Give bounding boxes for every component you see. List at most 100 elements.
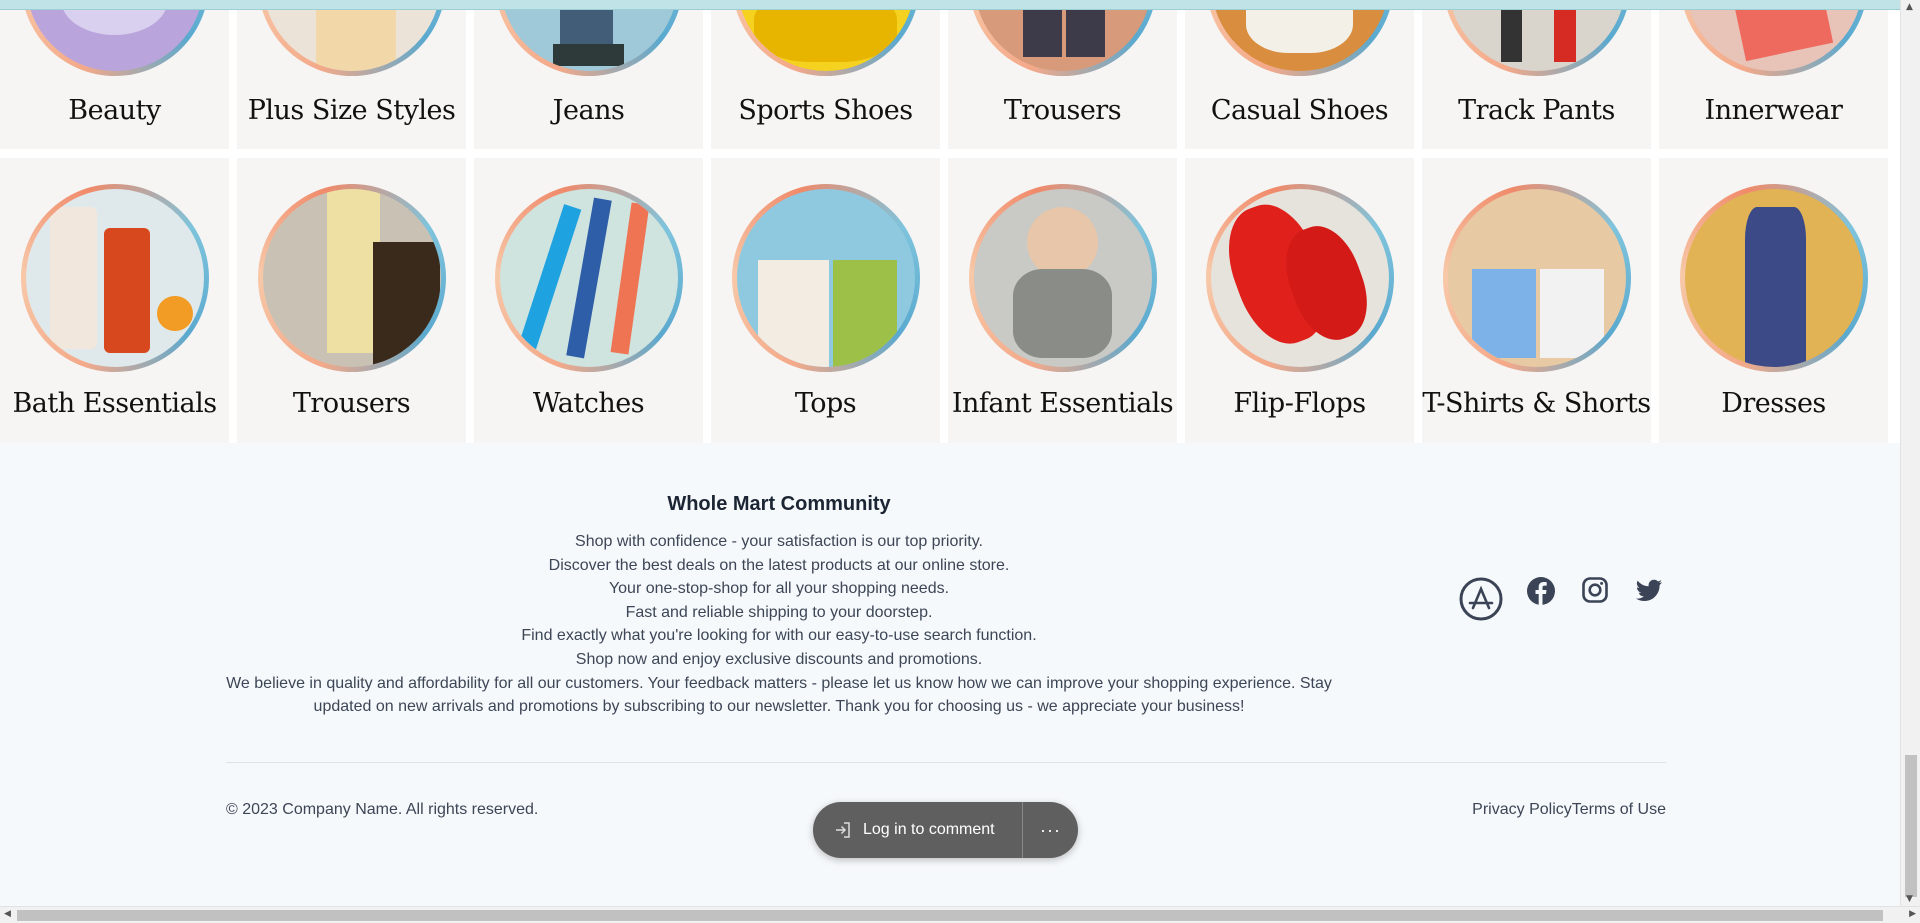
category-photo	[736, 0, 915, 71]
category-label: Beauty	[68, 95, 161, 126]
category-label: Trousers	[292, 388, 411, 419]
footer-links: Privacy Policy Terms of Use	[1472, 801, 1666, 819]
category-tile[interactable]: Flip-Flops	[1185, 158, 1414, 443]
category-tile[interactable]: Casual Shoes	[1185, 0, 1414, 149]
innerwear-image	[1679, 0, 1868, 76]
facebook-icon[interactable]	[1518, 576, 1564, 622]
vertical-scrollbar[interactable]: ▲ ▼	[1900, 0, 1920, 906]
category-tile[interactable]: T-Shirts & Shorts	[1422, 158, 1651, 443]
tops-image	[731, 184, 920, 372]
community-line: Shop now and enjoy exclusive discounts a…	[575, 650, 983, 668]
category-label: Dresses	[1721, 388, 1826, 419]
category-photo	[1684, 189, 1863, 367]
beauty-image	[20, 0, 209, 76]
category-label: Innerwear	[1704, 95, 1843, 126]
category-tile[interactable]: Dresses	[1659, 158, 1888, 443]
category-photo	[1210, 0, 1389, 71]
flip-flops-image	[1205, 184, 1394, 372]
category-tile[interactable]: Watches	[474, 158, 703, 443]
category-tile[interactable]: Innerwear	[1659, 0, 1888, 149]
category-photo	[25, 189, 204, 367]
category-tile[interactable]: Jeans	[474, 0, 703, 149]
scroll-down-arrow-icon[interactable]: ▼	[1906, 894, 1913, 904]
category-tile[interactable]: Trousers	[948, 0, 1177, 149]
watches-image	[494, 184, 683, 372]
login-to-comment-button[interactable]: Log in to comment	[813, 802, 1023, 858]
sports-shoes-image	[731, 0, 920, 76]
tshirts-shorts-image	[1442, 184, 1631, 372]
category-label: Casual Shoes	[1210, 95, 1389, 126]
category-photo	[25, 0, 204, 71]
instagram-icon[interactable]	[1572, 576, 1618, 622]
community-line: Fast and reliable shipping to your doors…	[625, 603, 933, 621]
category-tile[interactable]: Sports Shoes	[711, 0, 940, 149]
category-photo	[262, 0, 441, 71]
category-tile[interactable]: Plus Size Styles	[237, 0, 466, 149]
bath-essentials-image	[20, 184, 209, 372]
scroll-left-arrow-icon[interactable]: ◀	[4, 909, 11, 919]
scroll-right-arrow-icon[interactable]: ▶	[1909, 909, 1916, 919]
category-grid: Beauty Plus Size Styles Jeans Sports Shoes T…	[0, 0, 1900, 443]
category-photo	[973, 189, 1152, 367]
category-photo	[1210, 189, 1389, 367]
twitter-icon[interactable]	[1626, 576, 1672, 622]
category-photo	[499, 189, 678, 367]
category-label: Watches	[532, 388, 645, 419]
category-tile[interactable]: Track Pants	[1422, 0, 1651, 149]
category-label: Flip-Flops	[1233, 388, 1366, 419]
category-label: Bath Essentials	[12, 388, 217, 419]
privacy-policy-link[interactable]: Privacy Policy	[1472, 801, 1572, 819]
sign-in-icon	[836, 822, 850, 838]
jeans-image	[494, 0, 683, 76]
category-photo	[262, 189, 441, 367]
category-row-top: Beauty Plus Size Styles Jeans Sports Shoes T…	[0, 0, 1900, 149]
trousers-image	[968, 0, 1157, 76]
social-links	[1458, 576, 1680, 622]
category-label: Jeans	[552, 95, 625, 126]
category-photo	[736, 189, 915, 367]
category-label: T-Shirts & Shorts	[1422, 388, 1651, 419]
category-label: Trousers	[1003, 95, 1122, 126]
community-line: Your one-stop-shop for all your shopping…	[608, 580, 950, 598]
more-options-button[interactable]: ···	[1023, 820, 1078, 841]
category-tile[interactable]: Infant Essentials	[948, 158, 1177, 443]
category-photo	[1447, 0, 1626, 71]
community-line: We believe in quality and affordability …	[226, 674, 1332, 716]
category-label: Tops	[794, 388, 857, 419]
infant-essentials-image	[968, 184, 1157, 372]
casual-shoes-image	[1205, 0, 1394, 76]
category-photo	[1447, 189, 1626, 367]
vertical-scroll-thumb[interactable]	[1905, 755, 1917, 897]
terms-of-use-link[interactable]: Terms of Use	[1572, 801, 1666, 819]
category-tile[interactable]: Tops	[711, 158, 940, 443]
category-label: Sports Shoes	[738, 95, 913, 126]
app-store-icon[interactable]	[1458, 576, 1504, 622]
scroll-up-arrow-icon[interactable]: ▲	[1906, 2, 1913, 12]
community-description: Shop with confidence - your satisfaction…	[226, 530, 1332, 719]
footer-divider	[226, 762, 1666, 763]
category-label: Track Pants	[1458, 95, 1615, 126]
community-title: Whole Mart Community	[667, 493, 891, 515]
trousers-image	[257, 184, 446, 372]
category-tile[interactable]: Beauty	[0, 0, 229, 149]
top-border	[0, 0, 1900, 10]
category-tile[interactable]: Bath Essentials	[0, 158, 229, 443]
copyright-text: © 2023 Company Name. All rights reserved…	[226, 801, 539, 818]
community-line: Shop with confidence - your satisfaction…	[575, 533, 983, 550]
community-line: Discover the best deals on the latest pr…	[548, 556, 1010, 574]
community-line: Find exactly what you're looking for wit…	[521, 627, 1037, 645]
category-row-bottom: Bath Essentials Trousers Watches Tops Infant…	[0, 158, 1900, 443]
category-photo	[1684, 0, 1863, 71]
category-tile[interactable]: Trousers	[237, 158, 466, 443]
login-to-comment-label: Log in to comment	[863, 821, 995, 838]
comment-pill: Log in to comment ···	[813, 802, 1078, 858]
category-label: Plus Size Styles	[247, 95, 456, 126]
category-photo	[499, 0, 678, 71]
dresses-image	[1679, 184, 1868, 372]
plus-size-image	[257, 0, 446, 76]
track-pants-image	[1442, 0, 1631, 76]
horizontal-scroll-thumb[interactable]	[17, 910, 1883, 921]
category-label: Infant Essentials	[951, 388, 1174, 419]
category-photo	[973, 0, 1152, 71]
horizontal-scrollbar[interactable]: ◀ ▶	[0, 906, 1920, 923]
